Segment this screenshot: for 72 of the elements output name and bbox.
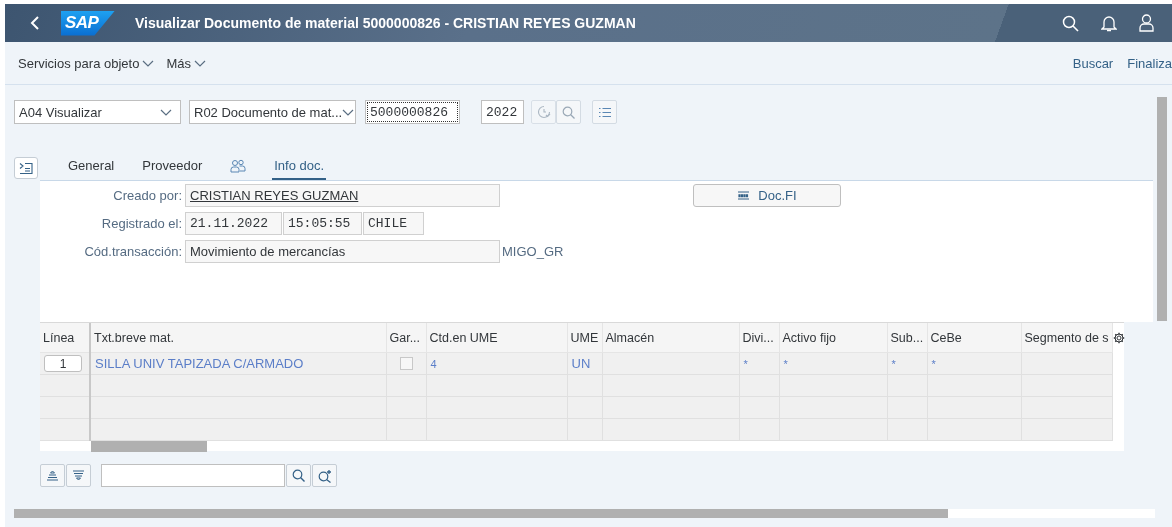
vertical-scrollbar[interactable] [1157, 97, 1167, 321]
scroll-top-button[interactable] [40, 464, 65, 487]
window-title: Visualizar Documento de material 5000000826 - CRISTIAN REYES GUZMAN [135, 15, 637, 31]
bell-icon[interactable] [1101, 14, 1117, 32]
search-plus-icon [317, 468, 332, 483]
transaction-code: MIGO_GR [502, 244, 564, 259]
search-field[interactable] [101, 464, 285, 487]
table-cell-text: UN [571, 356, 591, 371]
back-icon[interactable] [29, 15, 41, 31]
horizontal-scrollbar[interactable] [14, 509, 1155, 518]
column-header[interactable]: Segmento de s [1021, 323, 1112, 353]
chevron-down-icon [142, 58, 155, 68]
tab[interactable]: General [66, 156, 128, 180]
history-button[interactable] [531, 100, 556, 124]
chevron-down-icon [342, 107, 355, 117]
grid-icon [737, 191, 751, 200]
triangle-up-icon [46, 470, 59, 481]
tab[interactable]: Proveedor [140, 156, 216, 180]
chevron-down-icon [160, 107, 172, 117]
column-header[interactable]: Línea [40, 323, 90, 353]
column-header[interactable]: Ctd.en UME [426, 323, 567, 353]
sidebar-toggle-button[interactable] [14, 157, 38, 179]
list-icon [597, 106, 612, 118]
column-header[interactable]: Txt.breve mat. [90, 323, 386, 353]
column-header[interactable]: UME [567, 323, 602, 353]
menu-button[interactable]: Más [166, 55, 206, 71]
field-label: Cód.transacción: [83, 244, 183, 259]
asterisk: * [931, 358, 936, 370]
user-link[interactable]: CRISTIAN REYES GUZMAN [190, 188, 359, 203]
line-number-button[interactable]: 1 [44, 355, 82, 372]
table-scrollbar[interactable] [91, 441, 207, 452]
toolbar-button[interactable]: Finaliza [1127, 55, 1172, 71]
column-header[interactable]: Almacén [602, 323, 739, 353]
settings-icon[interactable] [1113, 332, 1125, 344]
document-number-field[interactable]: 5000000826 [365, 100, 460, 124]
time-zone-field: CHILE [363, 212, 424, 235]
field-label: Registrado el: [100, 216, 183, 231]
date-field: 21.11.2022 [185, 212, 282, 235]
reference-dropdown[interactable]: R02 Documento de mat... [189, 100, 356, 124]
column-header[interactable]: CeBe [927, 323, 1021, 353]
column-header[interactable]: Activo fijo [779, 323, 887, 353]
asterisk: * [891, 358, 896, 370]
column-header[interactable]: Divi... [739, 323, 779, 353]
list-button[interactable] [592, 100, 617, 124]
search-icon[interactable] [1062, 14, 1079, 32]
search-icon [292, 469, 305, 482]
checkbox[interactable] [399, 357, 413, 370]
chevron-down-icon [193, 58, 206, 68]
year-field[interactable]: 2022 [481, 100, 524, 124]
asterisk: * [783, 358, 788, 370]
clock-icon [536, 105, 551, 119]
asterisk: 4 [430, 358, 437, 370]
toolbar-button[interactable]: Buscar [1072, 55, 1114, 71]
filter-lines-icon [72, 470, 85, 481]
column-header[interactable]: Gar... [386, 323, 426, 353]
sap-logo[interactable]: SAP [61, 10, 115, 36]
field-label: Creado por: [112, 188, 183, 203]
search-button[interactable] [286, 464, 311, 487]
user-icon[interactable] [1139, 14, 1154, 32]
search-icon [562, 105, 575, 119]
time-field: 15:05:55 [283, 212, 362, 235]
asterisk: * [743, 358, 748, 370]
scroll-bottom-button[interactable] [66, 464, 91, 487]
column-header[interactable]: Sub... [887, 323, 927, 353]
doc-fi-button[interactable]: Doc.FI [693, 184, 841, 207]
panel-icon [19, 161, 33, 175]
table-cell-text: SILLA UNIV TAPIZADA C/ARMADO [95, 356, 304, 371]
action-dropdown[interactable]: A04 Visualizar [14, 100, 181, 124]
menu-button[interactable]: Servicios para objeto [18, 55, 155, 71]
people-icon [230, 159, 247, 173]
search-next-button[interactable] [312, 464, 337, 487]
transaction-field: Movimiento de mercancías [185, 240, 500, 263]
